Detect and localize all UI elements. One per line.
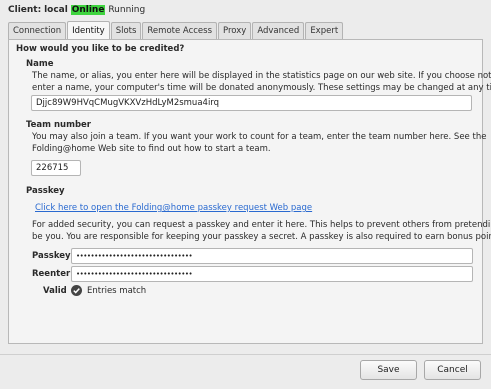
tab-proxy[interactable]: Proxy	[218, 22, 252, 39]
reenter-passkey-input[interactable]: ••••••••••••••••••••••••••••••••	[71, 266, 473, 282]
client-host: local	[44, 5, 68, 15]
name-description-line2: enter a name, your computer's time will …	[32, 83, 491, 93]
name-description-line1: The name, or alias, you enter here will …	[32, 71, 491, 81]
passkey-input[interactable]: ••••••••••••••••••••••••••••••••	[71, 248, 473, 264]
tab-remote-access[interactable]: Remote Access	[142, 22, 218, 39]
name-input[interactable]: Djjc89W9HVqCMugVKXVzHdLyM2smua4irq	[31, 95, 472, 111]
passkey-section-label: Passkey	[26, 186, 65, 196]
passkey-description-line1: For added security, you can request a pa…	[32, 220, 491, 230]
cancel-button[interactable]: Cancel	[424, 360, 481, 380]
tab-identity[interactable]: Identity	[67, 21, 110, 39]
button-bar-divider	[0, 354, 491, 355]
client-state: Running	[108, 5, 146, 15]
checkmark-icon	[71, 285, 82, 296]
credit-heading: How would you like to be credited?	[16, 44, 185, 54]
settings-tabbar: Connection Identity Slots Remote Access …	[8, 21, 344, 39]
tab-slots[interactable]: Slots	[110, 22, 142, 39]
team-label: Team number	[26, 120, 91, 130]
team-description-line2: Folding@home Web site to find out how to…	[32, 144, 271, 154]
online-badge: Online	[70, 5, 106, 15]
save-button[interactable]: Save	[360, 360, 417, 380]
reenter-field-label: Reenter	[32, 269, 71, 279]
passkey-description-line2: be you. You are responsible for keeping …	[32, 232, 491, 242]
client-status-line: Client: local Online Running	[8, 5, 145, 18]
valid-status-text: Entries match	[87, 286, 147, 296]
tab-expert[interactable]: Expert	[305, 22, 344, 39]
tab-advanced[interactable]: Advanced	[252, 22, 305, 39]
passkey-field-label: Passkey	[32, 251, 71, 261]
tab-connection[interactable]: Connection	[8, 22, 67, 39]
name-label: Name	[26, 59, 54, 69]
valid-label: Valid	[43, 286, 67, 296]
client-label: Client:	[8, 5, 42, 15]
identity-panel: How would you like to be credited? Name …	[8, 39, 491, 344]
passkey-request-link[interactable]: Click here to open the Folding@home pass…	[35, 203, 312, 213]
team-description-line1: You may also join a team. If you want yo…	[32, 132, 487, 142]
team-number-input[interactable]: 226715	[31, 160, 81, 176]
